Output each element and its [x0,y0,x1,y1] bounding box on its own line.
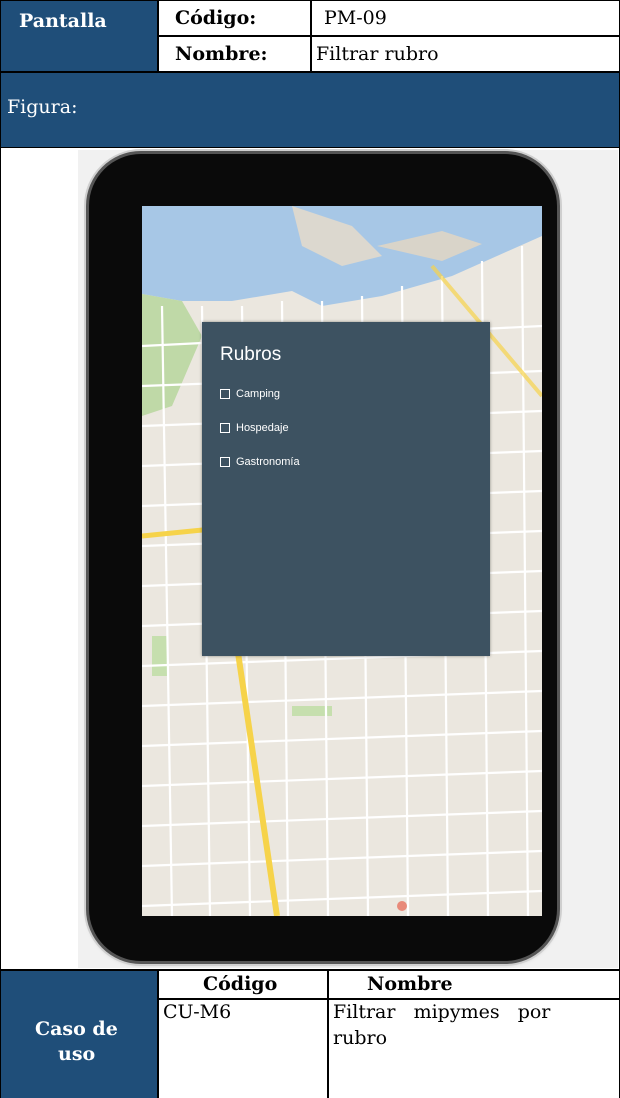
checkbox-icon[interactable] [220,423,230,433]
codigo-label: Código: [175,7,257,29]
nombre-value-cell: Filtrar rubro [311,36,620,72]
use-case-name-cell: Filtrar mipymes por rubro [328,999,620,1098]
pantalla-cell: Pantalla [0,0,158,72]
use-case-name-line2: rubro [333,1027,388,1049]
rubros-filter-panel: Rubros Camping Hospedaje Gastronomía [202,322,490,656]
caso-de-uso-cell: Caso de uso [0,970,158,1098]
figura-cell: Figura: [0,72,620,148]
pantalla-label: Pantalla [19,10,107,32]
caso-de-uso-line2: uso [58,1043,96,1065]
option-label: Hospedaje [236,422,289,434]
nombre-col-header-cell: Nombre [328,970,620,999]
filter-option-camping[interactable]: Camping [220,388,280,400]
checkbox-icon[interactable] [220,457,230,467]
screen-spec-document: Pantalla Código: PM-09 Nombre: Filtrar r… [0,0,620,1098]
option-label: Gastronomía [236,456,300,468]
codigo-value: PM-09 [324,7,387,29]
filter-option-gastronomia[interactable]: Gastronomía [220,456,300,468]
option-label: Camping [236,388,281,400]
use-case-code: CU-M6 [163,1001,232,1023]
figura-label: Figura: [7,96,78,118]
nombre-label: Nombre: [175,43,268,65]
rubros-title: Rubros [220,344,282,365]
nombre-label-cell: Nombre: [158,36,311,72]
nombre-value: Filtrar rubro [316,43,439,65]
codigo-col-header-cell: Código [158,970,328,999]
nombre-col-header: Nombre [367,973,453,995]
filter-option-hospedaje[interactable]: Hospedaje [220,422,289,434]
codigo-col-header: Código [203,973,278,995]
use-case-code-cell: CU-M6 [158,999,328,1098]
codigo-label-cell: Código: [158,0,311,36]
map-screen: Rubros Camping Hospedaje Gastronomía [142,206,542,916]
use-case-name-line1: Filtrar mipymes por [333,1001,551,1023]
checkbox-icon[interactable] [220,389,230,399]
caso-de-uso-line1: Caso de [35,1018,118,1040]
codigo-value-cell: PM-09 [311,0,620,36]
